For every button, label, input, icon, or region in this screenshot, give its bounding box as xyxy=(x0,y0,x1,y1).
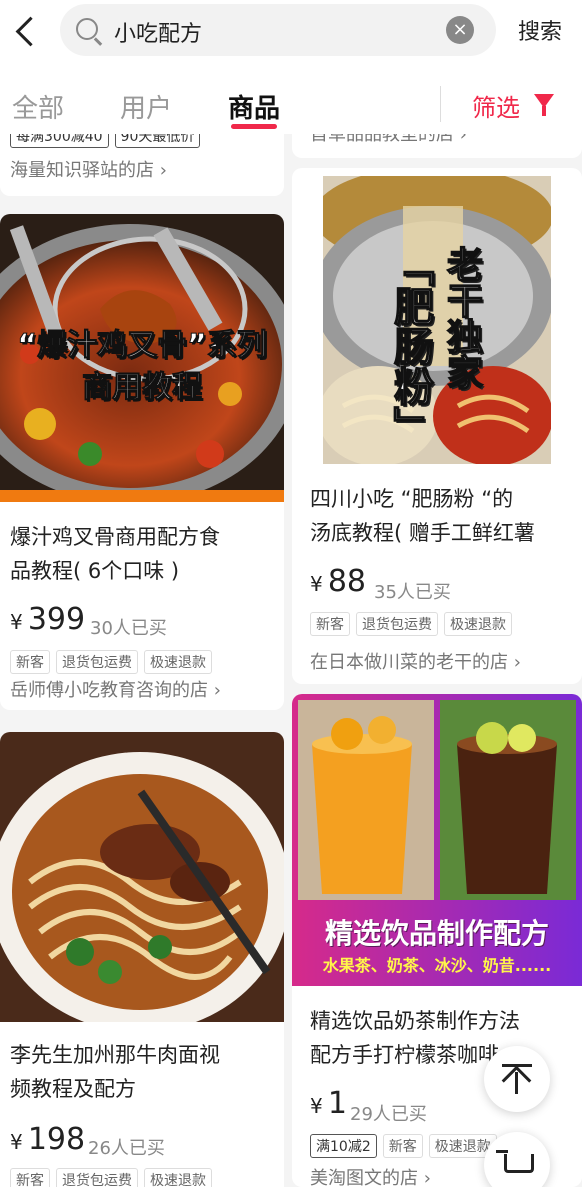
sold-count: 30人已买 xyxy=(90,618,167,639)
currency-symbol: ¥ xyxy=(310,572,323,596)
product-card[interactable]: 精选饮品制作配方 水果茶、奶茶、冰沙、奶昔...... 精选饮品奶茶制作方法 配… xyxy=(292,694,582,1187)
shop-link[interactable]: 美淘图文的店 › xyxy=(310,1164,431,1187)
product-title[interactable]: 四川小吃 “肥肠粉 “的 xyxy=(310,482,513,516)
product-image[interactable]: 精选饮品制作配方 水果茶、奶茶、冰沙、奶昔...... xyxy=(292,694,582,986)
tag: 新客 xyxy=(10,650,50,674)
search-input[interactable]: 小吃配方 × xyxy=(60,4,496,56)
shop-link[interactable]: 在日本做川菜的老干的店 › xyxy=(310,648,521,674)
currency-symbol: ¥ xyxy=(10,1130,23,1154)
tab-users[interactable]: 用户 xyxy=(120,88,172,125)
shop-link[interactable]: 岳师傅小吃教育咨询的店 › xyxy=(10,676,221,702)
tab-divider xyxy=(440,86,441,122)
tag: 新客 xyxy=(310,612,350,636)
search-button[interactable]: 搜索 xyxy=(518,14,562,46)
sold-count: 35人已买 xyxy=(374,582,451,603)
product-price: ¥ 1 xyxy=(310,1086,347,1121)
product-image[interactable]: 「肥肠粉」 老干独家 xyxy=(323,176,551,464)
product-grid: 每满300减40 90天最低价 海量知识驿站的店 › “爆汁鸡叉骨”系列 商用教… xyxy=(0,134,582,1187)
tag: 新客 xyxy=(382,1134,423,1158)
search-query-text[interactable]: 小吃配方 xyxy=(114,16,202,48)
product-price: ¥ 399 xyxy=(10,602,85,637)
image-caption: 「肥肠粉」 xyxy=(386,245,434,447)
product-title[interactable]: 爆汁鸡叉骨商用配方食 xyxy=(10,520,220,554)
tag: 退货包运费 xyxy=(356,612,438,636)
active-tab-indicator xyxy=(231,124,277,129)
clear-icon[interactable]: × xyxy=(446,16,474,44)
price-value: 1 xyxy=(327,1086,347,1121)
image-caption: 商用教程 xyxy=(82,370,203,406)
tag: 退货包运费 xyxy=(56,1168,138,1187)
product-price: ¥ 88 xyxy=(310,564,366,599)
tag-list: 新客 退货包运费 极速退款 xyxy=(10,1168,212,1187)
image-banner-title: 精选饮品制作配方 xyxy=(324,917,549,950)
product-card-fragment[interactable]: 首草品品教室的店 › xyxy=(292,134,582,158)
product-image[interactable] xyxy=(0,732,284,1022)
arrow-up-icon[interactable] xyxy=(484,1046,550,1112)
filter-button[interactable]: 筛选 xyxy=(472,88,520,123)
tag: 每满300减40 xyxy=(10,134,109,148)
image-caption: 老干独家 xyxy=(440,245,483,391)
search-icon xyxy=(76,18,98,40)
product-title[interactable]: 配方手打柠檬茶咖啡 xyxy=(310,1038,499,1072)
price-value: 399 xyxy=(27,602,86,637)
price-value: 88 xyxy=(327,564,367,599)
tag: 退货包运费 xyxy=(56,650,138,674)
filter-funnel-icon[interactable] xyxy=(534,94,554,116)
tag: 极速退款 xyxy=(444,612,512,636)
tag: 满10减2 xyxy=(310,1134,377,1158)
tag: 极速退款 xyxy=(144,1168,212,1187)
tag: 新客 xyxy=(10,1168,50,1187)
back-arrow-icon[interactable] xyxy=(8,8,42,52)
product-image-art xyxy=(0,732,284,1022)
arrow-up-bar xyxy=(502,1064,532,1067)
sold-count: 26人已买 xyxy=(88,1138,165,1159)
image-banner-subtitle: 水果茶、奶茶、冰沙、奶昔...... xyxy=(322,956,552,975)
product-price: ¥ 198 xyxy=(10,1122,85,1157)
tab-products[interactable]: 商品 xyxy=(228,88,280,125)
shop-link[interactable]: 海量知识驿站的店 › xyxy=(10,156,167,182)
product-card-fragment[interactable]: 每满300减40 90天最低价 海量知识驿站的店 › xyxy=(0,134,284,196)
tag: 90天最低价 xyxy=(114,134,201,148)
currency-symbol: ¥ xyxy=(10,610,23,634)
product-title[interactable]: 精选饮品奶茶制作方法 xyxy=(310,1004,520,1038)
price-value: 198 xyxy=(27,1122,86,1157)
search-header: 小吃配方 × 搜索 xyxy=(0,0,582,62)
product-title[interactable]: 频教程及配方 xyxy=(10,1072,136,1106)
tab-all[interactable]: 全部 xyxy=(12,88,64,125)
product-card[interactable]: “爆汁鸡叉骨”系列 商用教程 爆汁鸡叉骨商用配方食 品教程( 6个口味 ) ¥ … xyxy=(0,214,284,710)
sold-count: 29人已买 xyxy=(350,1104,427,1125)
product-title[interactable]: 汤底教程( 赠手工鲜红薯 xyxy=(310,516,535,550)
product-card[interactable]: 「肥肠粉」 老干独家 四川小吃 “肥肠粉 “的 汤底教程( 赠手工鲜红薯 ¥ 8… xyxy=(292,168,582,684)
currency-symbol: ¥ xyxy=(310,1094,323,1118)
image-caption: “爆汁鸡叉骨”系列 xyxy=(17,328,267,364)
shop-link[interactable]: 首草品品教室的店 › xyxy=(310,134,467,146)
tag-list: 新客 退货包运费 极速退款 xyxy=(10,650,212,674)
product-image[interactable]: “爆汁鸡叉骨”系列 商用教程 xyxy=(0,214,284,502)
search-tabs: 全部 用户 商品 筛选 xyxy=(0,62,582,134)
tag-list: 满10减2 新客 极速退款 xyxy=(310,1134,497,1158)
tag: 极速退款 xyxy=(144,650,212,674)
product-title[interactable]: 李先生加州那牛肉面视 xyxy=(10,1038,220,1072)
tag-list: 新客 退货包运费 极速退款 xyxy=(310,612,512,636)
product-image-art xyxy=(323,176,551,464)
product-title[interactable]: 品教程( 6个口味 ) xyxy=(10,554,179,588)
tag-list: 每满300减40 90天最低价 xyxy=(10,134,201,148)
product-card[interactable]: 李先生加州那牛肉面视 频教程及配方 ¥ 198 26人已买 新客 退货包运费 极… xyxy=(0,732,284,1187)
